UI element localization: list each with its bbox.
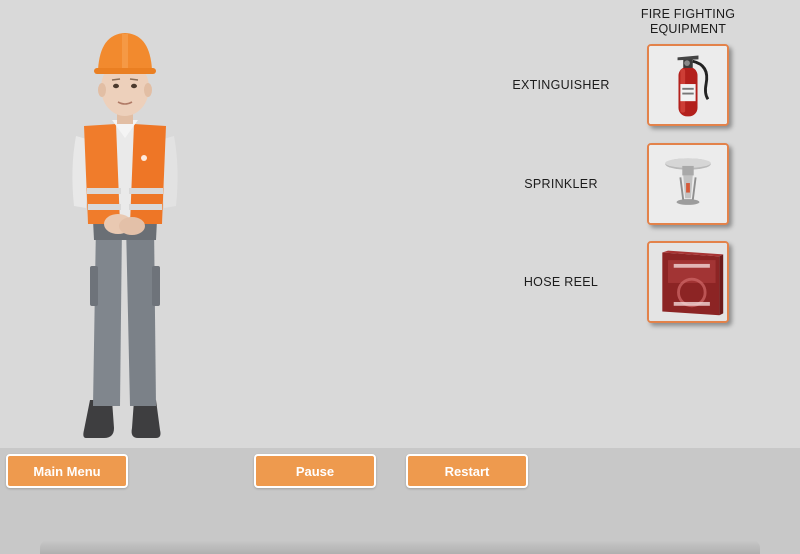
sprinkler-label: SPRINKLER: [524, 177, 598, 191]
bottom-shadow: [40, 540, 760, 554]
hose-reel-label: HOSE REEL: [523, 275, 599, 289]
main-menu-button[interactable]: Main Menu: [6, 454, 128, 488]
sprinkler-icon: [649, 145, 727, 223]
hose-reel-icon: [649, 243, 727, 321]
equipment-panel-title: FIRE FIGHTING EQUIPMENT: [628, 7, 748, 37]
safety-officer-avatar: [60, 28, 190, 443]
panel-title-line2: EQUIPMENT: [649, 22, 727, 36]
pause-button[interactable]: Pause: [254, 454, 376, 488]
hose-reel-tile[interactable]: [647, 241, 729, 323]
extinguisher-tile[interactable]: [647, 44, 729, 126]
panel-title-line1: FIRE FIGHTING: [640, 7, 736, 21]
sprinkler-tile[interactable]: [647, 143, 729, 225]
restart-button[interactable]: Restart: [406, 454, 528, 488]
extinguisher-label: EXTINGUISHER: [512, 78, 610, 92]
fire-extinguisher-icon: [649, 46, 727, 124]
